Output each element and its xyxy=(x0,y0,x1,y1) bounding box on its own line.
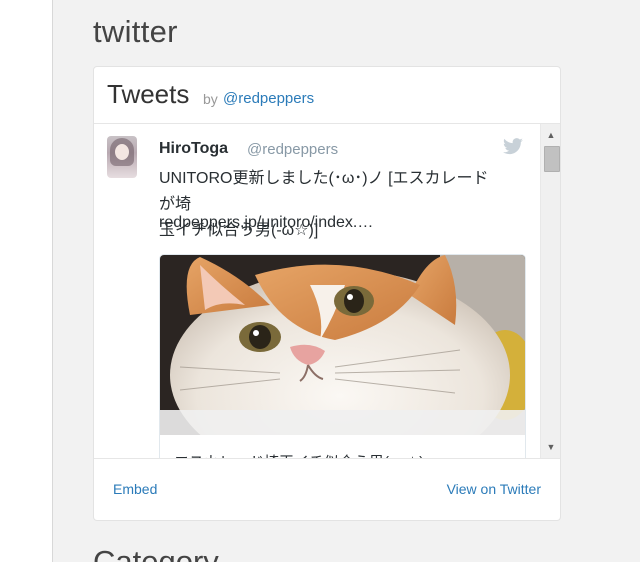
tweet-text: UNITORO更新しました(･ω･)ノ [エスカレードが埼 玉イチ似合う男(-ω… xyxy=(159,170,489,239)
view-on-twitter-link[interactable]: View on Twitter xyxy=(447,481,541,497)
widget-header: Tweets by @redpeppers xyxy=(94,67,560,124)
twitter-timeline-widget: Tweets by @redpeppers HiroToga @redpeppe… xyxy=(93,66,561,521)
next-section-title: Category xyxy=(93,544,219,562)
arrow-up-icon[interactable]: ▲ xyxy=(541,128,560,142)
arrow-down-icon[interactable]: ▼ xyxy=(541,440,560,454)
cat-photo xyxy=(160,255,525,458)
tweet-media-card[interactable]: エスカレード埼玉イチ似合う男(-ω☆) xyxy=(159,254,526,458)
timeline-scrollbar[interactable]: ▲ ▼ xyxy=(540,124,560,458)
sidebar-section-title: twitter xyxy=(93,14,178,49)
tweet-author-handle[interactable]: @redpeppers xyxy=(247,141,338,158)
card-title[interactable]: エスカレード埼玉イチ似合う男(-ω☆) xyxy=(174,451,424,458)
avatar[interactable] xyxy=(107,136,137,178)
tweet-timeline[interactable]: HiroToga @redpeppers UNITORO更新しました(･ω･)ノ… xyxy=(94,124,560,459)
widget-title: Tweets xyxy=(107,79,190,109)
scroll-thumb[interactable] xyxy=(544,146,560,172)
widget-handle-link[interactable]: @redpeppers xyxy=(223,90,314,107)
embed-link[interactable]: Embed xyxy=(113,481,157,497)
widget-footer: Embed View on Twitter xyxy=(94,459,560,520)
twitter-bird-icon[interactable] xyxy=(502,138,524,156)
widget-by-label: by xyxy=(203,91,218,107)
main-content-edge xyxy=(0,0,52,562)
tweet-author-name[interactable]: HiroToga xyxy=(159,140,228,158)
page: twitter Tweets by @redpeppers HiroToga @… xyxy=(0,0,640,562)
avatar-face xyxy=(115,144,129,160)
tweet-link[interactable]: redpeppers.jp/unitoro/index.… xyxy=(159,214,373,232)
